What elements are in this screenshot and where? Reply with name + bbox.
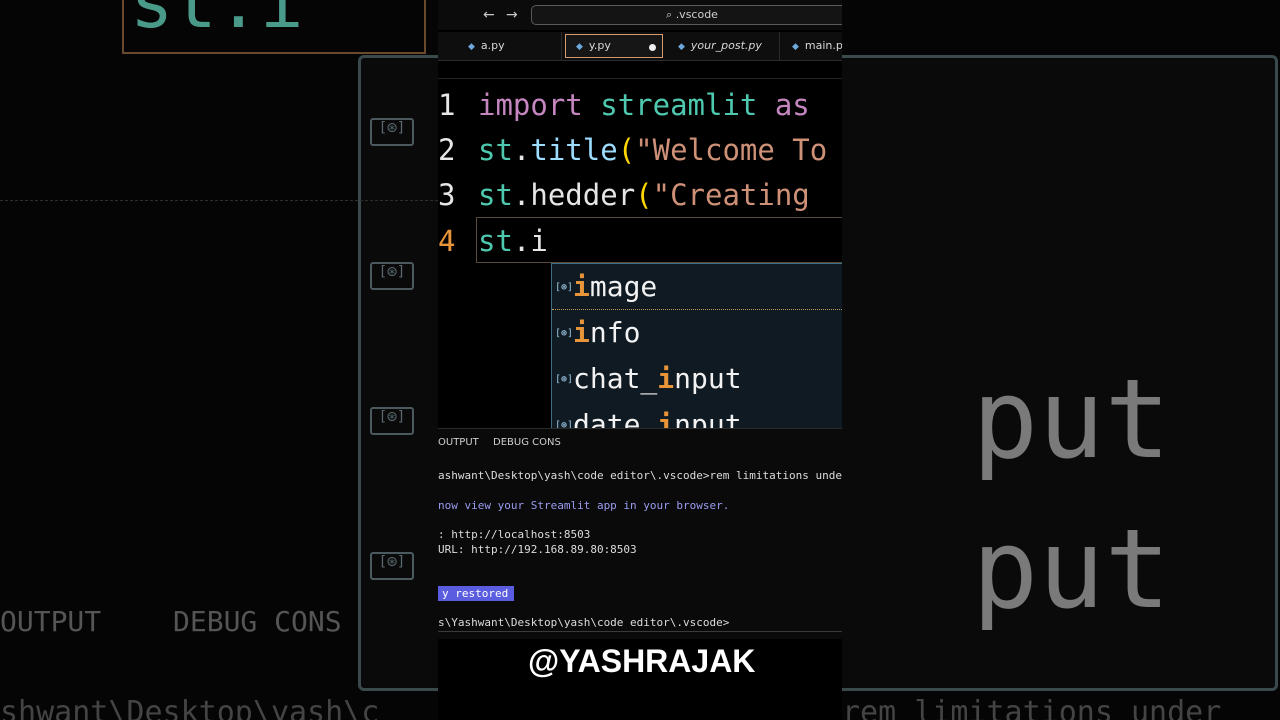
bottom-panel: OUTPUT DEBUG CONS ashwant\Desktop\yash\c… [438, 428, 842, 639]
python-icon: ◆ [792, 42, 799, 52]
python-icon: ◆ [678, 42, 685, 52]
symbol-variable-icon: [⊛] [555, 328, 574, 339]
bg-symbol-icon: [⊛] [370, 118, 414, 146]
suggestion-chat-input[interactable]: [⊛]chat_input [552, 356, 842, 401]
tab-a-py[interactable]: ◆ a.py [458, 32, 562, 60]
terminal-network-url[interactable]: URL: http://192.168.89.80:8503 [438, 543, 637, 556]
terminal-info-line: now view your Streamlit app in your brow… [438, 499, 730, 512]
bg-symbol-icon: [⊛] [370, 407, 414, 435]
tab-your-post-py[interactable]: ◆ your_post.py [668, 32, 780, 60]
code-line-4: 4 st.i [438, 224, 548, 258]
title-bar: ← → ⌕ .vscode [438, 0, 842, 30]
tab-output[interactable]: OUTPUT [438, 437, 479, 448]
bg-suggestion-text: put [972, 505, 1171, 633]
python-icon: ◆ [576, 42, 583, 52]
background-right: put put rem limitations under [842, 0, 1280, 720]
python-icon: ◆ [468, 42, 475, 52]
bg-symbol-icon: [⊛] [370, 262, 414, 290]
vscode-window: ← → ⌕ .vscode ◆ a.py ◆ y.py ◆ your_post.py … [438, 0, 842, 720]
terminal-local-url[interactable]: : http://localhost:8503 [438, 528, 590, 541]
watermark-handle: @YASHRAJAK [528, 643, 756, 679]
unsaved-dot-icon [649, 44, 656, 51]
history-restored-badge: y restored [438, 586, 515, 601]
tab-y-py[interactable]: ◆ y.py [565, 34, 663, 58]
suggestion-info[interactable]: [⊛]info [552, 310, 842, 355]
bg-symbol-icon: [⊛] [370, 552, 414, 580]
background-left: st.i [⊛] [⊛] [⊛] [⊛] OUTPUT DEBUG CONS s… [0, 0, 438, 720]
bg-debug-label: DEBUG CONS [173, 605, 342, 638]
terminal-command-line: ashwant\Desktop\yash\code editor\.vscode… [438, 469, 842, 482]
bg-suggestion-text: put [972, 355, 1171, 483]
tab-debug-console[interactable]: DEBUG CONS [493, 437, 561, 448]
symbol-variable-icon: [⊛] [555, 282, 574, 293]
bg-output-label: OUTPUT [0, 605, 102, 638]
code-line-1: 1 import streamlit as [438, 88, 810, 122]
command-search-box[interactable]: ⌕ .vscode [531, 5, 842, 25]
terminal-prompt[interactable]: s\Yashwant\Desktop\yash\code editor\.vsc… [438, 616, 729, 629]
bg-terminal-text: rem limitations under [842, 695, 1222, 720]
suggestion-image[interactable]: [⊛]image [552, 264, 842, 310]
symbol-variable-icon: [⊛] [555, 374, 574, 385]
bg-editor-frame [358, 55, 438, 691]
code-line-3: 3 st.hedder("Creating [438, 178, 810, 212]
back-arrow-icon[interactable]: ← [483, 7, 495, 23]
tab-main-py[interactable]: ◆main.py [782, 32, 842, 60]
code-line-2: 2 st.title("Welcome To [438, 133, 828, 167]
bg-code-text: st.i [130, 0, 304, 44]
bg-terminal-text: shwant\Desktop\yash\c [0, 695, 380, 720]
forward-arrow-icon[interactable]: → [506, 7, 518, 23]
editor-tabs: ◆a.py ◆y.py ◆your_post.py ◆main.py [438, 32, 842, 61]
